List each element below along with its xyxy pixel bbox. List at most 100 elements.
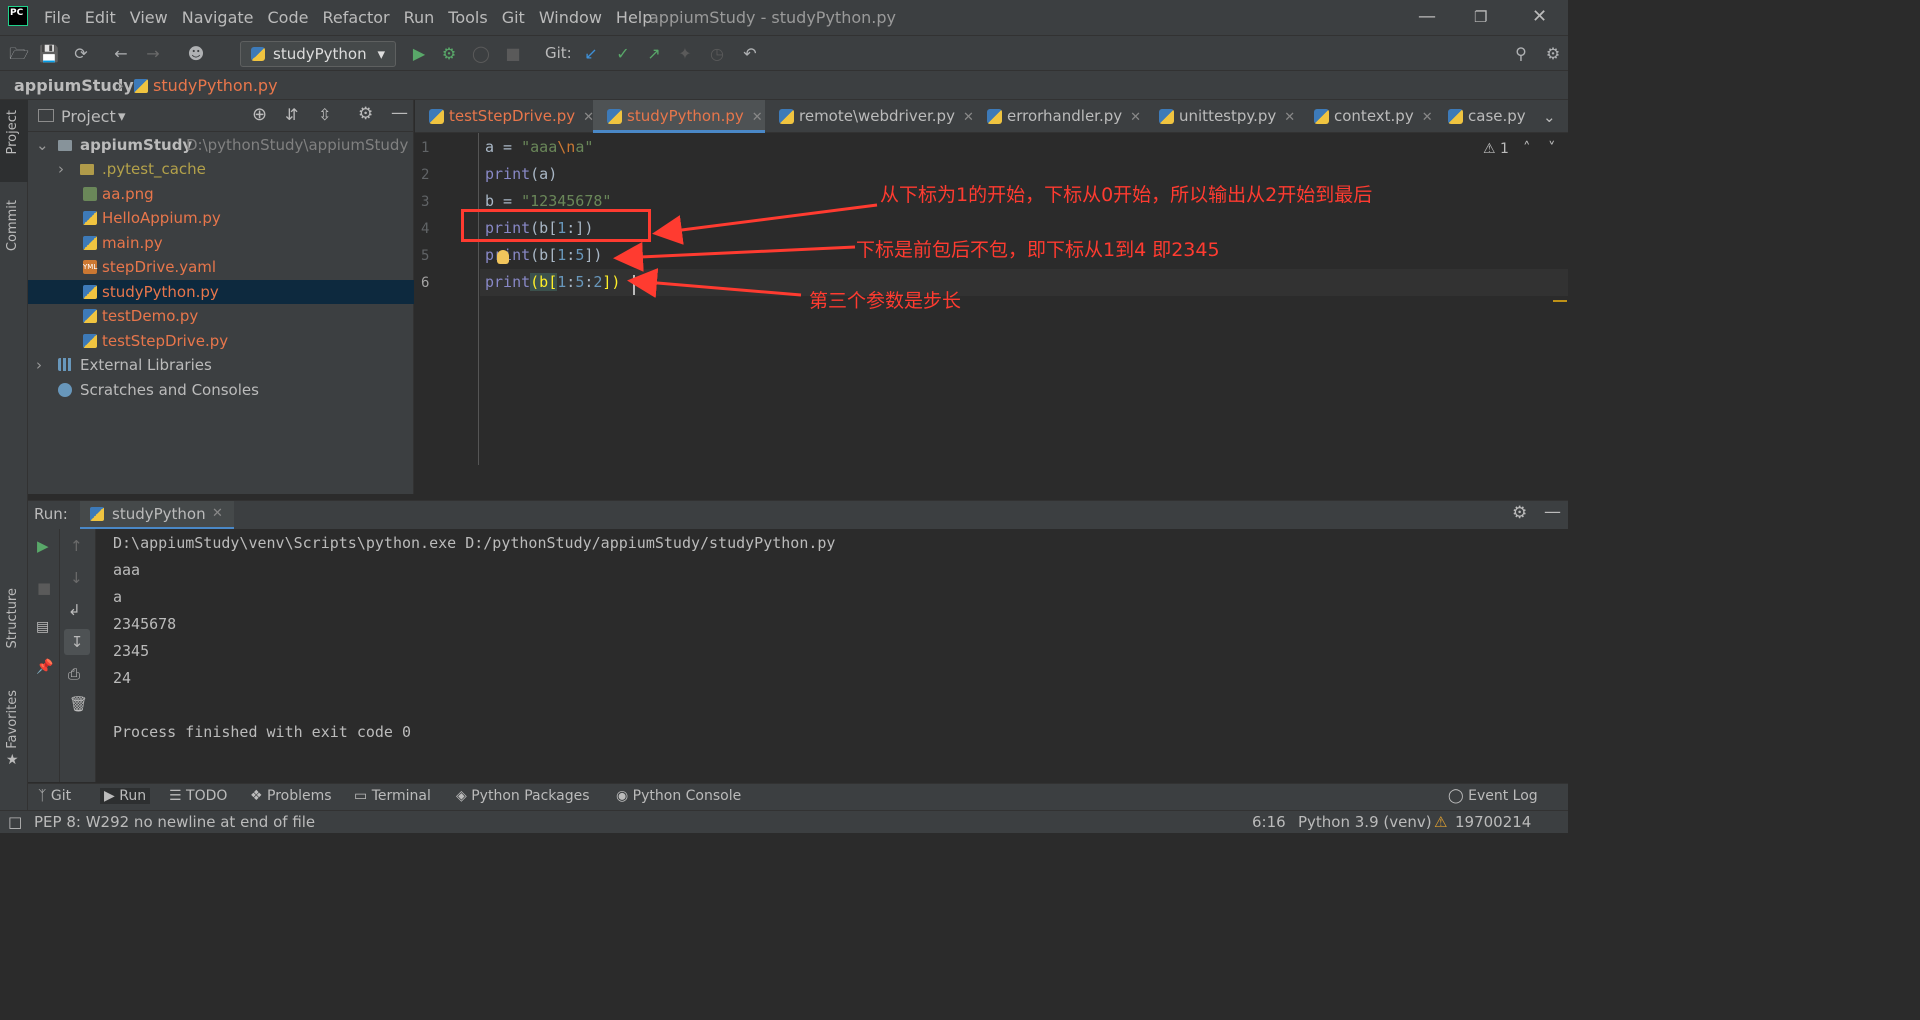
menu-run[interactable]: Run	[404, 8, 435, 27]
run-icon[interactable]: ▶	[408, 43, 430, 65]
run-tab-studypython[interactable]: studyPython ✕	[80, 501, 234, 530]
notification-count[interactable]: 19700214	[1455, 813, 1531, 831]
tree-item-studypython[interactable]: studyPython.py	[28, 280, 414, 304]
chevron-down-icon[interactable]: ▾	[118, 107, 126, 125]
project-tool-button[interactable]: Project	[5, 110, 20, 154]
tree-item-pytest-cache[interactable]: › .pytest_cache	[28, 157, 414, 181]
debug-icon[interactable]: ⚙	[438, 43, 460, 65]
tool-tab-run[interactable]: ▶ Run	[100, 788, 151, 804]
layout-icon[interactable]: ▤	[36, 619, 49, 635]
stop-icon[interactable]: ■	[502, 43, 524, 65]
trash-icon[interactable]: 🗑	[69, 695, 88, 713]
tab-teststepdrive[interactable]: testStepDrive.py ✕	[415, 100, 594, 133]
tree-item-main[interactable]: main.py	[28, 231, 414, 255]
menu-file[interactable]: File	[44, 8, 71, 27]
soft-wrap-icon[interactable]: ↲	[68, 601, 81, 619]
git-branches-icon[interactable]: ✦	[674, 43, 696, 65]
forward-icon[interactable]: →	[142, 43, 164, 65]
warning-icon[interactable]: ⚠	[1434, 813, 1447, 831]
collapse-all-icon[interactable]: ⇳	[318, 105, 331, 124]
close-tab-icon[interactable]: ✕	[1422, 110, 1433, 125]
scroll-to-end-icon[interactable]: ↧	[64, 629, 90, 655]
menu-view[interactable]: View	[130, 8, 168, 27]
settings-gear-icon[interactable]: ⚙	[1542, 43, 1564, 65]
user-icon[interactable]: ☻▾	[185, 43, 207, 85]
stop-icon[interactable]: ■	[37, 579, 51, 597]
breadcrumb-file[interactable]: studyPython.py	[153, 76, 278, 95]
sync-icon[interactable]: ⟳	[70, 43, 92, 65]
tool-tab-python-console[interactable]: ◉ Python Console	[616, 788, 741, 804]
gear-icon[interactable]: ⚙	[358, 104, 373, 124]
tab-case[interactable]: case.py	[1434, 100, 1534, 133]
tree-item-teststepdrive[interactable]: testStepDrive.py	[28, 329, 414, 353]
locate-icon[interactable]: ⊕	[252, 104, 267, 125]
tree-item-scratches[interactable]: Scratches and Consoles	[28, 378, 414, 402]
run-configuration-select[interactable]: studyPython ▾	[240, 41, 396, 67]
expand-all-icon[interactable]: ⇵	[285, 105, 298, 124]
menu-git[interactable]: Git	[502, 8, 525, 27]
git-push-icon[interactable]: ↗	[643, 43, 665, 65]
rollback-icon[interactable]: ↶	[739, 43, 761, 65]
up-arrow-icon[interactable]: ↑	[70, 537, 83, 555]
menu-help[interactable]: Help	[616, 8, 652, 27]
close-tab-icon[interactable]: ✕	[212, 506, 223, 521]
gear-icon[interactable]: ⚙	[1512, 503, 1527, 523]
close-tab-icon[interactable]: ✕	[1130, 110, 1141, 125]
tree-item-helloappium[interactable]: HelloAppium.py	[28, 206, 414, 230]
project-panel-title[interactable]: Project	[61, 107, 116, 126]
close-window-icon[interactable]: ✕	[1532, 6, 1547, 27]
menu-tools[interactable]: Tools	[448, 8, 487, 27]
hide-panel-icon[interactable]: —	[391, 103, 408, 123]
tree-root[interactable]: ⌄ appiumStudy D:\pythonStudy\appiumStudy	[28, 133, 414, 157]
search-icon[interactable]: ⚲	[1510, 43, 1532, 65]
down-arrow-icon[interactable]: ↓	[70, 569, 83, 587]
code-editor[interactable]: 1 2 3 4 5 6 a = "aaa\na" print(a) b = "1…	[415, 133, 1568, 494]
interpreter-indicator[interactable]: Python 3.9 (venv)	[1298, 813, 1432, 831]
tool-tab-git[interactable]: ᛉ Git	[38, 788, 71, 804]
tool-tab-todo[interactable]: ☰ TODO	[169, 788, 227, 804]
tab-webdriver[interactable]: remote\webdriver.py ✕	[765, 100, 974, 133]
git-commit-icon[interactable]: ✓	[612, 43, 634, 65]
print-icon[interactable]: ⎙	[68, 665, 80, 683]
tool-tab-problems[interactable]: ❖ Problems	[250, 788, 332, 804]
tab-unittestpy[interactable]: unittestpy.py ✕	[1145, 100, 1300, 133]
tree-item-external-libraries[interactable]: › External Libraries	[28, 353, 414, 377]
commit-tool-button[interactable]: Commit	[5, 200, 20, 251]
menu-edit[interactable]: Edit	[85, 8, 116, 27]
close-tab-icon[interactable]: ✕	[1284, 110, 1295, 125]
toggle-tool-windows-icon[interactable]: □	[8, 813, 22, 831]
minimize-icon[interactable]: —	[1418, 6, 1436, 27]
tool-tab-terminal[interactable]: ▭ Terminal	[354, 788, 431, 804]
tool-tab-python-packages[interactable]: ◈ Python Packages	[456, 788, 590, 804]
status-message[interactable]: PEP 8: W292 no newline at end of file	[34, 813, 315, 831]
menu-code[interactable]: Code	[268, 8, 309, 27]
rerun-icon[interactable]: ▶	[37, 537, 49, 555]
save-all-icon[interactable]: 💾	[38, 43, 60, 65]
caret-position[interactable]: 6:16	[1252, 813, 1286, 831]
hide-panel-icon[interactable]: —	[1544, 502, 1561, 522]
tool-tab-event-log[interactable]: ◯ Event Log	[1448, 788, 1538, 804]
console-line: Process finished with exit code 0	[113, 723, 412, 741]
tabs-overflow-icon[interactable]: ⌄	[1543, 108, 1556, 126]
menu-window[interactable]: Window	[539, 8, 602, 27]
tree-item-stepdrive-yaml[interactable]: YML stepDrive.yaml	[28, 255, 414, 279]
back-icon[interactable]: ←	[110, 43, 132, 65]
tree-item-aa-png[interactable]: aa.png	[28, 182, 414, 206]
git-history-icon[interactable]: ◷	[706, 43, 728, 65]
run-console[interactable]: ▶ ■ ▤ 📌 ↑ ↓ ↲ ↧ ⎙ 🗑 D:\appiumStudy\venv\…	[28, 529, 1568, 782]
open-folder-icon[interactable]: 🗁	[8, 43, 30, 65]
restore-icon[interactable]: ❐	[1474, 8, 1487, 26]
close-tab-icon[interactable]: ✕	[752, 110, 763, 125]
tab-studypython[interactable]: studyPython.py ✕	[593, 100, 765, 133]
menu-refactor[interactable]: Refactor	[322, 8, 389, 27]
breadcrumb-project[interactable]: appiumStudy	[14, 76, 134, 95]
favorites-tool-button[interactable]: Favorites	[5, 690, 20, 749]
tab-errorhandler[interactable]: errorhandler.py ✕	[973, 100, 1145, 133]
coverage-icon[interactable]: ◯	[470, 43, 492, 65]
menu-navigate[interactable]: Navigate	[182, 8, 254, 27]
git-update-icon[interactable]: ↙	[580, 43, 602, 65]
tree-item-testdemo[interactable]: testDemo.py	[28, 304, 414, 328]
pin-icon[interactable]: 📌	[36, 659, 53, 675]
structure-tool-button[interactable]: Structure	[5, 588, 20, 648]
tab-context[interactable]: context.py ✕	[1300, 100, 1434, 133]
